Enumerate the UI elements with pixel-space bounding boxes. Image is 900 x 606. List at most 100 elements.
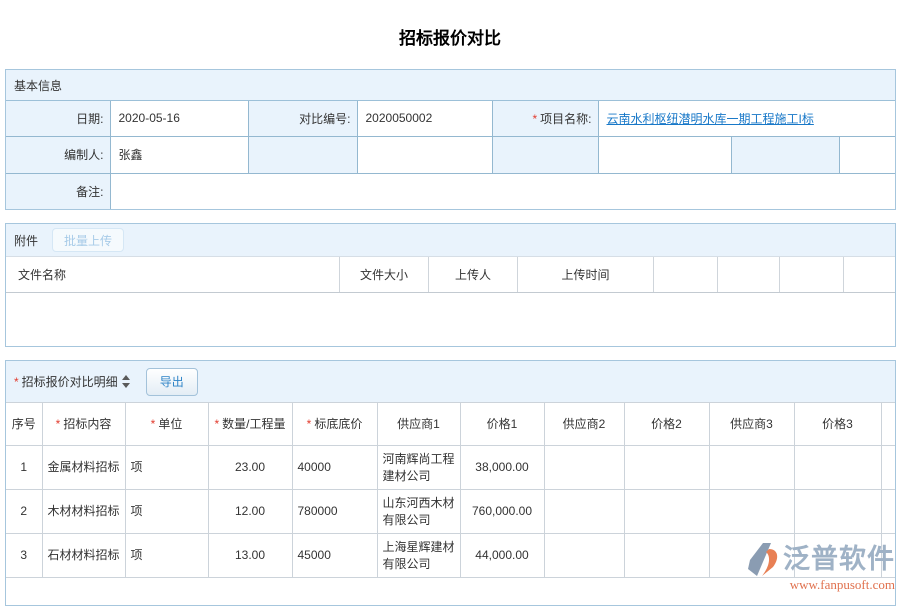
attachment-column-header [844, 257, 895, 292]
detail-table-row: 1金属材料招标项23.0040000河南辉尚工程建材公司38,000.00 [6, 446, 895, 490]
sort-up-icon [122, 375, 130, 380]
empty-label-cell [492, 136, 598, 173]
detail-column-header [881, 403, 895, 446]
attachment-column-header: 上传人 [429, 257, 518, 292]
detail-cell [544, 446, 624, 490]
date-value: 2020-05-16 [110, 101, 248, 136]
fanpu-logo-icon [747, 541, 781, 577]
detail-cell [709, 490, 794, 534]
attachment-empty-body [6, 293, 895, 346]
basic-info-title: 基本信息 [14, 77, 62, 94]
detail-column-header: *招标内容 [42, 403, 125, 446]
project-value-cell: 云南水利枢纽潜明水库一期工程施工I标 [598, 101, 895, 136]
detail-cell: 2 [6, 490, 42, 534]
detail-cell: 12.00 [208, 490, 292, 534]
detail-cell [709, 446, 794, 490]
detail-cell [544, 490, 624, 534]
detail-cell: 23.00 [208, 446, 292, 490]
attachment-column-header [718, 257, 780, 292]
detail-cell: 44,000.00 [460, 534, 544, 578]
detail-cell: 项 [125, 446, 208, 490]
page-title: 招标报价对比 [0, 0, 900, 49]
required-asterisk: * [214, 417, 219, 431]
detail-cell: 河南辉尚工程建材公司 [377, 446, 460, 490]
detail-cell: 760,000.00 [460, 490, 544, 534]
empty-value-cell [839, 136, 895, 173]
detail-cell [624, 490, 709, 534]
compiler-label: 编制人: [6, 136, 110, 173]
vendor-logo: 泛普软件 www.fanpusoft.com [747, 541, 895, 593]
detail-column-header: 价格1 [460, 403, 544, 446]
required-asterisk: * [14, 375, 19, 389]
detail-cell [794, 446, 881, 490]
detail-cell: 1 [6, 446, 42, 490]
detail-column-header: 供应商1 [377, 403, 460, 446]
sort-spinner-icon[interactable] [122, 375, 130, 388]
detail-title: 招标报价对比明细 [22, 373, 118, 390]
detail-cell: 上海星辉建材有限公司 [377, 534, 460, 578]
detail-header-row: 序号*招标内容*单位*数量/工程量*标底底价供应商1价格1供应商2价格2供应商3… [6, 403, 895, 446]
detail-column-header: 序号 [6, 403, 42, 446]
detail-cell: 项 [125, 490, 208, 534]
compare-no-value: 2020050002 [357, 101, 492, 136]
project-label: *项目名称: [492, 101, 598, 136]
detail-cell: 石材材料招标 [42, 534, 125, 578]
attachment-column-header: 上传时间 [518, 257, 654, 292]
attachment-header-row: 文件名称文件大小上传人上传时间 [6, 256, 895, 293]
remark-value [110, 173, 895, 209]
sort-down-icon [122, 383, 130, 388]
basic-info-table: 日期: 2020-05-16 对比编号: 2020050002 *项目名称: 云… [6, 101, 895, 209]
detail-cell: 38,000.00 [460, 446, 544, 490]
vendor-website: www.fanpusoft.com [747, 577, 895, 593]
attachment-column-header: 文件大小 [340, 257, 429, 292]
detail-cell [881, 446, 895, 490]
detail-column-header: 供应商3 [709, 403, 794, 446]
basic-info-section: 基本信息 日期: 2020-05-16 对比编号: 2020050002 *项目… [5, 69, 896, 210]
remark-label: 备注: [6, 173, 110, 209]
detail-cell: 40000 [292, 446, 377, 490]
detail-cell: 项 [125, 534, 208, 578]
detail-header: * 招标报价对比明细 导出 [6, 361, 895, 402]
export-button[interactable]: 导出 [146, 368, 198, 396]
required-asterisk: * [56, 417, 61, 431]
required-asterisk: * [532, 112, 537, 126]
detail-cell: 45000 [292, 534, 377, 578]
compiler-value: 张鑫 [110, 136, 248, 173]
empty-label-cell [731, 136, 839, 173]
detail-column-header: 价格2 [624, 403, 709, 446]
detail-cell: 山东河西木材有限公司 [377, 490, 460, 534]
detail-column-header: 价格3 [794, 403, 881, 446]
vendor-logo-text: 泛普软件 [783, 546, 895, 573]
detail-cell: 木材材料招标 [42, 490, 125, 534]
attachment-column-header: 文件名称 [6, 257, 340, 292]
required-asterisk: * [151, 417, 156, 431]
detail-cell [624, 534, 709, 578]
detail-cell: 3 [6, 534, 42, 578]
detail-cell [881, 490, 895, 534]
detail-column-header: *单位 [125, 403, 208, 446]
empty-value-cell [357, 136, 492, 173]
empty-value-cell [598, 136, 731, 173]
detail-cell: 780000 [292, 490, 377, 534]
detail-cell [794, 490, 881, 534]
detail-cell [544, 534, 624, 578]
project-name-link[interactable]: 云南水利枢纽潜明水库一期工程施工I标 [607, 112, 814, 126]
detail-cell [624, 446, 709, 490]
attachment-column-header [654, 257, 718, 292]
date-label: 日期: [6, 101, 110, 136]
attachments-section: 附件 批量上传 文件名称文件大小上传人上传时间 [5, 223, 896, 347]
compare-no-label: 对比编号: [248, 101, 357, 136]
detail-column-header: *标底底价 [292, 403, 377, 446]
attachments-title: 附件 [14, 232, 38, 249]
detail-table-row: 2木材材料招标项12.00780000山东河西木材有限公司760,000.00 [6, 490, 895, 534]
empty-label-cell [248, 136, 357, 173]
batch-upload-button[interactable]: 批量上传 [52, 228, 124, 252]
detail-column-header: *数量/工程量 [208, 403, 292, 446]
required-asterisk: * [307, 417, 312, 431]
detail-column-header: 供应商2 [544, 403, 624, 446]
detail-cell: 13.00 [208, 534, 292, 578]
basic-info-header: 基本信息 [6, 70, 895, 101]
attachment-column-header [780, 257, 844, 292]
detail-cell: 金属材料招标 [42, 446, 125, 490]
attachments-header: 附件 批量上传 [6, 224, 895, 256]
